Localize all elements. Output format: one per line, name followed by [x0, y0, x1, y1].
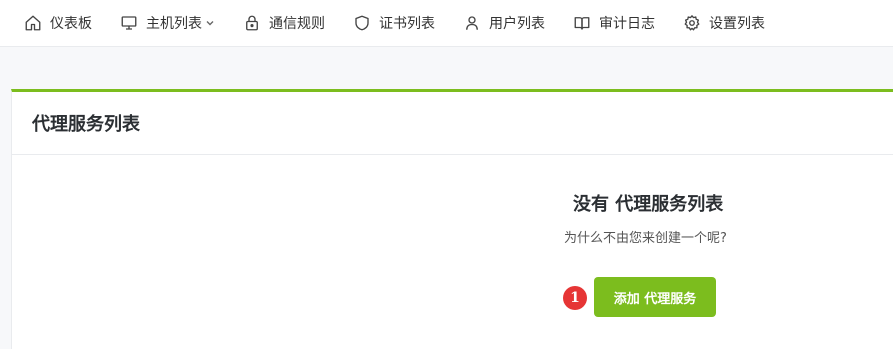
nav-item-settings[interactable]: 设置列表: [683, 0, 765, 47]
nav-item-label: 证书列表: [379, 16, 435, 32]
empty-state-subtitle: 为什么不由您来创建一个呢?: [564, 231, 727, 246]
monitor-icon: [120, 14, 138, 32]
nav-item-label: 仪表板: [50, 16, 92, 32]
nav-item-users[interactable]: 用户列表: [463, 0, 545, 47]
lock-icon: [243, 14, 261, 32]
empty-state-title: 没有 代理服务列表: [573, 194, 724, 215]
nav-item-label: 主机列表: [146, 16, 202, 32]
nav-item-label: 审计日志: [599, 16, 655, 32]
gear-icon: [683, 14, 701, 32]
nav-item-label: 通信规则: [269, 16, 325, 32]
nav-item-audit-log[interactable]: 审计日志: [573, 0, 655, 47]
annotation-badge: 1: [563, 286, 587, 310]
book-icon: [573, 14, 591, 32]
add-proxy-service-button[interactable]: 添加 代理服务: [594, 277, 716, 317]
chevron-down-icon: [205, 18, 215, 28]
nav-item-rules[interactable]: 通信规则: [243, 0, 325, 47]
nav-item-dashboard[interactable]: 仪表板: [24, 0, 92, 47]
shield-icon: [353, 14, 371, 32]
top-navigation: 仪表板 主机列表 通信规则 证书列表 用户列表 审计日志 设置列表: [0, 0, 893, 47]
card-header: 代理服务列表: [12, 92, 893, 155]
nav-item-hosts[interactable]: 主机列表: [120, 0, 215, 47]
nav-item-certificates[interactable]: 证书列表: [353, 0, 435, 47]
home-icon: [24, 14, 42, 32]
user-icon: [463, 14, 481, 32]
proxy-service-card: 代理服务列表 没有 代理服务列表 为什么不由您来创建一个呢? 1 添加 代理服务: [11, 89, 893, 349]
nav-item-label: 设置列表: [709, 16, 765, 32]
page-title: 代理服务列表: [32, 114, 140, 135]
nav-item-label: 用户列表: [489, 16, 545, 32]
